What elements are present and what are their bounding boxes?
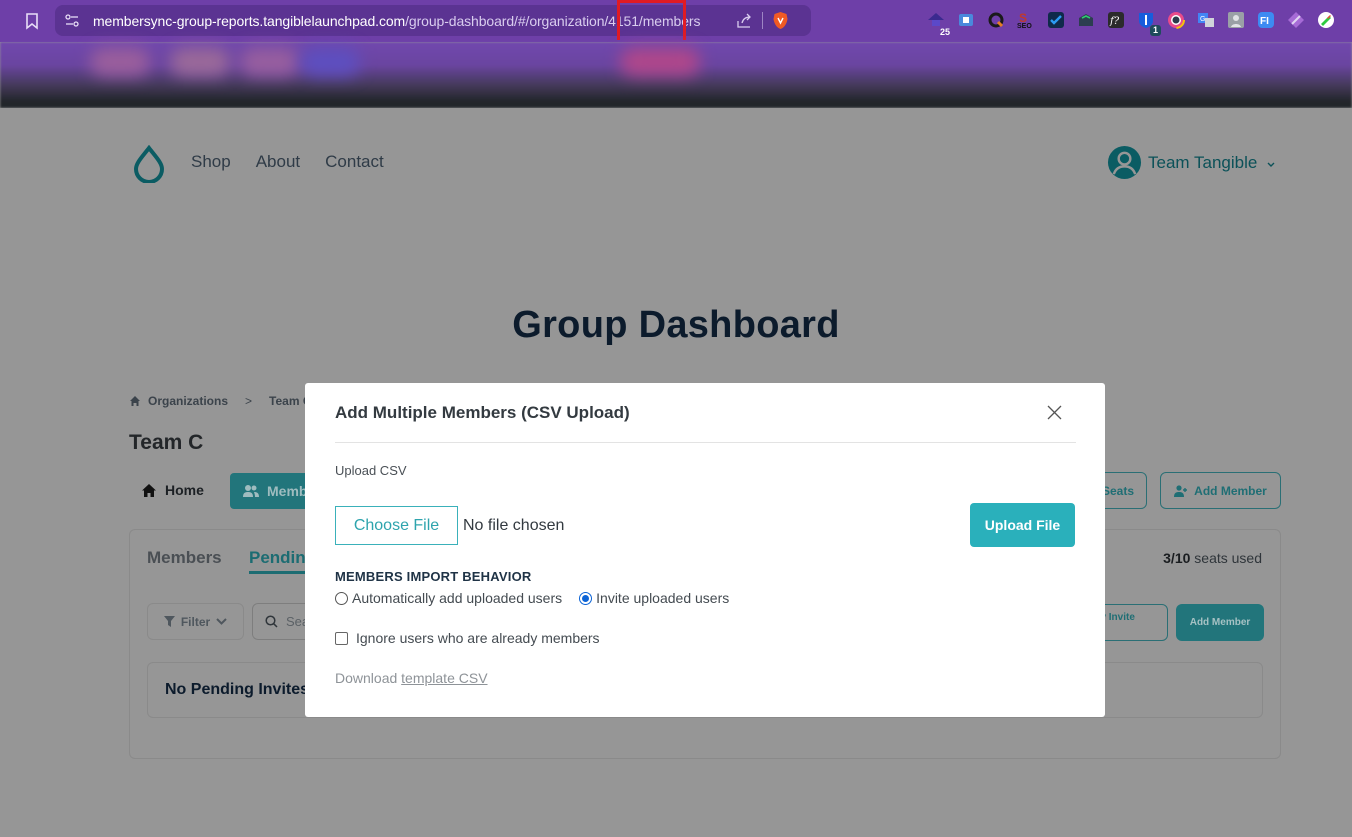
ignore-existing-label: Ignore users who are already members bbox=[356, 630, 600, 646]
breadcrumb-separator: > bbox=[245, 394, 253, 408]
choose-file-button[interactable]: Choose File bbox=[335, 506, 458, 545]
user-plus-icon bbox=[1174, 484, 1188, 497]
url-path: /group-dashboard/#/organization/4151/mem… bbox=[405, 12, 701, 29]
modal-divider bbox=[335, 442, 1076, 443]
add-member-button[interactable]: Add Member bbox=[1176, 604, 1264, 641]
add-member-header-button[interactable]: Add Member bbox=[1160, 472, 1281, 509]
blurred-region bbox=[300, 48, 360, 76]
nav-contact[interactable]: Contact bbox=[325, 152, 384, 172]
breadcrumb: Organizations > Team C bbox=[129, 394, 312, 408]
subtab-members[interactable]: Members bbox=[147, 548, 222, 568]
download-prefix: Download bbox=[335, 670, 402, 686]
import-behavior-label: MEMBERS IMPORT BEHAVIOR bbox=[335, 569, 532, 584]
url-text[interactable]: membersync-group-reports.tangiblelaunchp… bbox=[93, 13, 700, 29]
team-title: Team C bbox=[129, 431, 204, 454]
upload-file-button[interactable]: Upload File bbox=[970, 503, 1075, 547]
radio-invite-label: Invite uploaded users bbox=[596, 590, 730, 606]
extension-icon[interactable]: 25 bbox=[925, 8, 950, 37]
url-host: membersync-group-reports.tangiblelaunchp… bbox=[93, 12, 406, 29]
ignore-existing-checkbox-row[interactable]: Ignore users who are already members bbox=[335, 630, 600, 646]
add-member-label: Add Member bbox=[1189, 617, 1251, 628]
blurred-region bbox=[240, 48, 300, 76]
radio-button[interactable] bbox=[335, 591, 348, 605]
radio-auto-add[interactable]: Automatically add uploaded users bbox=[335, 590, 562, 606]
extension-badge: 25 bbox=[939, 27, 950, 37]
extension-icon[interactable]: S SEO bbox=[1015, 8, 1037, 32]
seats-used-count: 3/10 bbox=[1163, 550, 1191, 566]
extension-badge: 1 bbox=[1149, 25, 1161, 36]
account-menu[interactable]: Team Tangible bbox=[1107, 145, 1276, 180]
extension-icon[interactable] bbox=[1075, 8, 1097, 32]
template-csv-link[interactable]: template CSV bbox=[401, 670, 487, 686]
blurred-bookmarks-area bbox=[0, 42, 1352, 108]
svg-text:FI: FI bbox=[1260, 16, 1269, 27]
filter-button[interactable]: Filter bbox=[147, 603, 244, 640]
chevron-down-icon bbox=[216, 617, 227, 625]
users-icon bbox=[243, 485, 259, 497]
tab-home-label: Home bbox=[165, 482, 204, 498]
extensions-bar: 25 S SEO f? 1 G FI bbox=[925, 8, 1337, 37]
extension-icon[interactable] bbox=[1045, 8, 1067, 32]
svg-text:SEO: SEO bbox=[1017, 23, 1032, 29]
file-status: No file chosen bbox=[463, 516, 565, 534]
filter-icon bbox=[163, 616, 175, 627]
filter-label: Filter bbox=[180, 614, 211, 629]
nav-shop[interactable]: Shop bbox=[191, 152, 231, 172]
site-settings-icon[interactable] bbox=[64, 13, 80, 29]
extension-icon[interactable] bbox=[955, 8, 977, 32]
page-title: Group Dashboard bbox=[512, 304, 840, 346]
close-icon[interactable] bbox=[1046, 404, 1063, 421]
nav-about[interactable]: About bbox=[256, 152, 300, 172]
home-icon bbox=[130, 396, 140, 406]
tab-home[interactable]: Home bbox=[141, 482, 204, 498]
browser-toolbar: membersync-group-reports.tangiblelaunchp… bbox=[0, 0, 1352, 42]
account-name: Team Tangible bbox=[1148, 152, 1258, 172]
search-icon bbox=[265, 615, 278, 628]
add-member-header-label: Add Member bbox=[1194, 483, 1267, 498]
breadcrumb-organizations[interactable]: Organizations bbox=[148, 394, 228, 408]
radio-auto-add-label: Automatically add uploaded users bbox=[352, 590, 563, 606]
address-bar[interactable]: membersync-group-reports.tangiblelaunchp… bbox=[55, 5, 811, 36]
extension-icon[interactable] bbox=[1165, 8, 1187, 32]
seats-used-indicator: 3/10 seats used bbox=[1163, 550, 1262, 566]
empty-message: No Pending Invites bbox=[165, 681, 310, 698]
brand-logo-icon[interactable] bbox=[132, 145, 166, 183]
blurred-region bbox=[620, 48, 700, 76]
extension-icon[interactable]: FI bbox=[1255, 8, 1277, 32]
main-nav: Shop About Contact bbox=[191, 152, 384, 172]
share-icon[interactable] bbox=[736, 12, 753, 29]
extension-icon[interactable] bbox=[985, 8, 1007, 32]
svg-text:f?: f? bbox=[1109, 16, 1120, 27]
seats-used-suffix: seats used bbox=[1190, 550, 1262, 566]
chevron-down-icon bbox=[1267, 162, 1275, 167]
blurred-region bbox=[170, 48, 230, 76]
extension-icon[interactable]: G bbox=[1195, 8, 1217, 32]
bookmark-icon[interactable] bbox=[22, 11, 42, 31]
file-input[interactable]: Choose File No file chosen bbox=[335, 506, 564, 545]
url-separator bbox=[762, 12, 763, 29]
user-avatar-icon bbox=[1107, 145, 1142, 180]
extension-icon[interactable]: f? bbox=[1105, 8, 1127, 32]
ignore-existing-checkbox[interactable] bbox=[335, 631, 348, 645]
home-icon bbox=[142, 483, 156, 497]
svg-text:G: G bbox=[1200, 16, 1205, 23]
brave-shield-icon[interactable] bbox=[772, 11, 789, 30]
import-behavior-radio-group: Automatically add uploaded users Invite … bbox=[335, 590, 729, 606]
extension-icon[interactable] bbox=[1315, 8, 1337, 32]
blurred-region bbox=[90, 48, 150, 76]
extension-icon[interactable]: 1 bbox=[1135, 8, 1161, 36]
extension-icon[interactable] bbox=[1285, 8, 1307, 32]
extension-icon[interactable] bbox=[1225, 8, 1247, 32]
upload-csv-label: Upload CSV bbox=[335, 463, 407, 478]
radio-invite[interactable]: Invite uploaded users bbox=[579, 590, 729, 606]
download-template-row: Download template CSV bbox=[335, 670, 488, 686]
modal-title: Add Multiple Members (CSV Upload) bbox=[335, 403, 630, 422]
radio-button-selected[interactable] bbox=[579, 591, 593, 605]
csv-upload-modal: Add Multiple Members (CSV Upload) Upload… bbox=[305, 383, 1105, 717]
